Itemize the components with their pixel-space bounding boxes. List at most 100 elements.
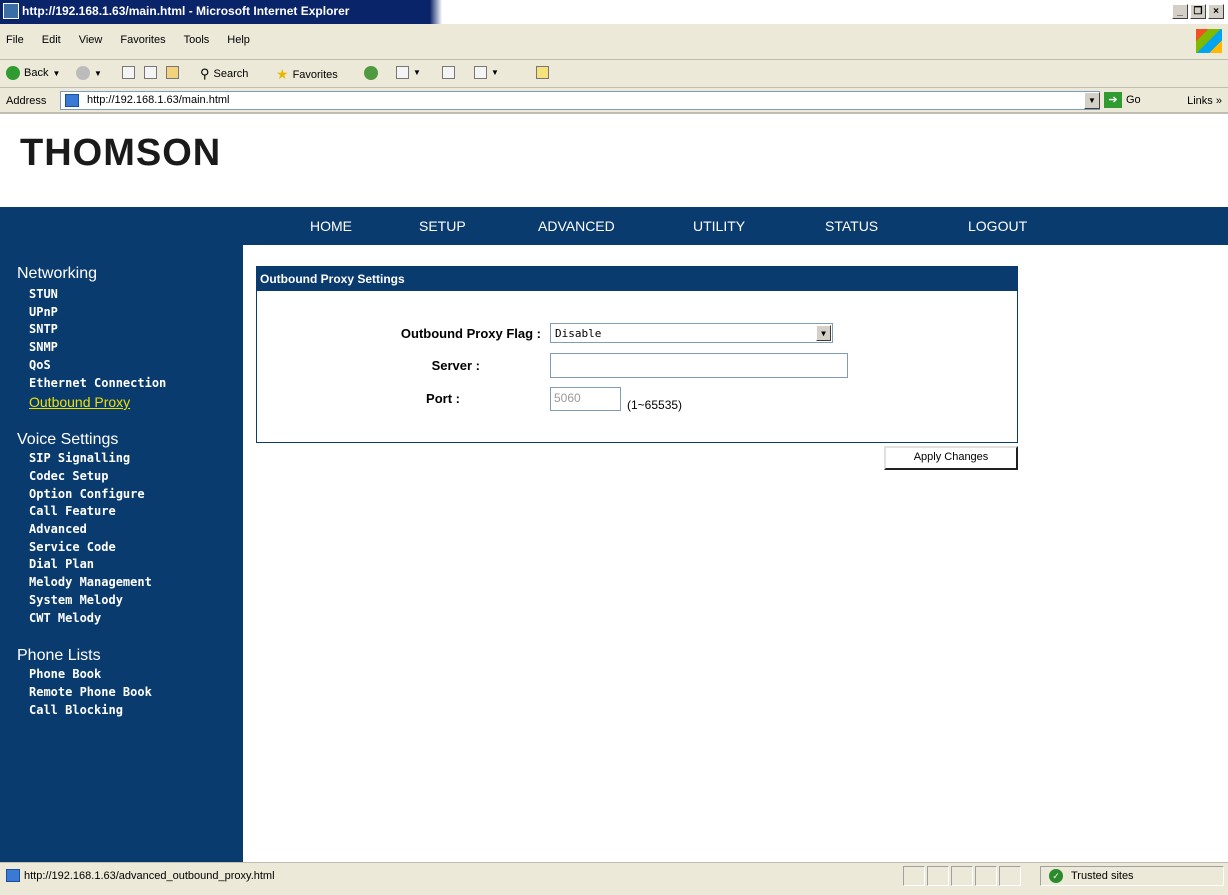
sidebar-item-advanced[interactable]: Advanced (29, 522, 87, 536)
menu-file[interactable]: File (6, 34, 24, 46)
sidebar-item-sip-signalling[interactable]: SIP Signalling (29, 451, 130, 465)
search-label: Search (213, 68, 249, 80)
home-button[interactable] (166, 66, 179, 79)
stop-icon (122, 66, 135, 79)
nav-advanced[interactable]: ADVANCED (538, 218, 615, 234)
port-input[interactable]: 5060 (550, 387, 621, 411)
sidebar-item-service-code[interactable]: Service Code (29, 540, 116, 554)
address-url: http://192.168.1.63/main.html (87, 94, 230, 106)
refresh-button[interactable] (144, 66, 157, 79)
minimize-button[interactable]: _ (1172, 4, 1188, 19)
print-button[interactable] (442, 66, 455, 79)
search-button[interactable]: ⚲ Search (200, 66, 248, 82)
sidebar-item-cwt-melody[interactable]: CWT Melody (29, 611, 101, 625)
sidebar-item-system-melody[interactable]: System Melody (29, 593, 123, 607)
sidebar-item-call-blocking[interactable]: Call Blocking (29, 703, 123, 717)
windows-logo-icon (1196, 29, 1222, 53)
nav-status[interactable]: STATUS (825, 218, 878, 234)
sidebar-item-call-feature[interactable]: Call Feature (29, 504, 116, 518)
sidebar-item-codec-setup[interactable]: Codec Setup (29, 469, 108, 483)
favorites-button[interactable]: ★ Favorites (276, 66, 338, 83)
dropdown-arrow-icon: ▼ (491, 68, 499, 77)
thomson-logo: THOMSON (20, 132, 222, 174)
port-range-hint: (1~65535) (627, 398, 683, 412)
chevron-down-icon: ▼ (816, 325, 831, 341)
favorites-label: Favorites (292, 68, 338, 81)
nav-home[interactable]: HOME (310, 218, 352, 234)
refresh-icon (144, 66, 157, 79)
star-icon: ★ (276, 66, 289, 82)
top-nav: HOME SETUP ADVANCED UTILITY STATUS LOGOU… (0, 207, 1228, 245)
security-zone: ✓ Trusted sites (1040, 866, 1224, 886)
address-bar: Address http://192.168.1.63/main.html ▼ … (0, 88, 1228, 114)
mail-button[interactable]: ▼ (396, 66, 421, 79)
outbound-proxy-flag-select[interactable]: Disable ▼ (550, 323, 833, 343)
address-label: Address (6, 95, 47, 107)
window-title: http://192.168.1.63/main.html - Microsof… (22, 4, 350, 18)
close-button[interactable]: × (1208, 4, 1224, 19)
title-bar: http://192.168.1.63/main.html - Microsof… (0, 0, 1228, 24)
sidebar-item-stun[interactable]: STUN (29, 287, 58, 301)
sidebar-item-sntp[interactable]: SNTP (29, 322, 58, 336)
panel-title: Outbound Proxy Settings (257, 267, 1017, 291)
nav-logout[interactable]: LOGOUT (968, 218, 1027, 234)
status-pane (927, 866, 949, 886)
back-arrow-icon (6, 66, 20, 80)
server-input[interactable] (550, 353, 848, 378)
sidebar-item-ethernet-connection[interactable]: Ethernet Connection (29, 376, 166, 390)
window-controls: _ ❐ × (1172, 4, 1224, 19)
nav-setup[interactable]: SETUP (419, 218, 466, 234)
links-label: Links (1187, 95, 1213, 107)
back-button[interactable]: Back ▼ (6, 66, 60, 80)
menu-edit[interactable]: Edit (42, 34, 61, 46)
sidebar-item-option-configure[interactable]: Option Configure (29, 487, 145, 501)
outbound-proxy-flag-label: Outbound Proxy Flag : (400, 326, 541, 341)
status-bar: http://192.168.1.63/advanced_outbound_pr… (0, 862, 1228, 895)
sidebar-item-snmp[interactable]: SNMP (29, 340, 58, 354)
forward-button[interactable]: ▼ (76, 66, 102, 80)
go-button[interactable]: ➔ Go (1104, 92, 1141, 108)
maximize-button[interactable]: ❐ (1190, 4, 1206, 19)
sidebar-item-dial-plan[interactable]: Dial Plan (29, 557, 94, 571)
links-button[interactable]: Links » (1187, 95, 1222, 107)
menu-bar: File Edit View Favorites Tools Help (0, 24, 1228, 60)
history-button[interactable] (364, 66, 378, 80)
checkmark-icon: ✓ (1049, 869, 1063, 883)
menu-tools[interactable]: Tools (184, 34, 210, 46)
nav-utility[interactable]: UTILITY (693, 218, 745, 234)
discuss-button[interactable] (536, 66, 549, 79)
sidebar-item-phone-book[interactable]: Phone Book (29, 667, 101, 681)
ie-page-icon (6, 869, 20, 882)
status-pane (903, 866, 925, 886)
address-input[interactable]: http://192.168.1.63/main.html (60, 91, 1100, 110)
sidebar-item-melody-management[interactable]: Melody Management (29, 575, 152, 589)
toolbar: Back ▼ ▼ ⚲ Search ★ Favorites ▼ ▼ (0, 60, 1228, 88)
sidebar-section-phone-lists: Phone Lists (17, 647, 101, 664)
sidebar-section-voice-settings: Voice Settings (17, 431, 119, 448)
go-label: Go (1126, 94, 1141, 106)
word-icon (474, 66, 487, 79)
dropdown-arrow-icon: ▼ (413, 68, 421, 77)
home-icon (166, 66, 179, 79)
back-label: Back (24, 67, 49, 79)
sidebar-item-upnp[interactable]: UPnP (29, 305, 58, 319)
edit-button[interactable]: ▼ (474, 66, 499, 79)
menu-favorites[interactable]: Favorites (120, 34, 165, 46)
print-icon (442, 66, 455, 79)
menu-help[interactable]: Help (227, 34, 250, 46)
search-icon: ⚲ (200, 66, 210, 81)
ie-page-icon (65, 94, 79, 107)
forward-arrow-icon (76, 66, 90, 80)
sidebar-item-qos[interactable]: QoS (29, 358, 51, 372)
status-pane (975, 866, 997, 886)
sidebar-item-outbound-proxy[interactable]: Outbound Proxy (29, 394, 130, 410)
sidebar-item-remote-phone-book[interactable]: Remote Phone Book (29, 685, 152, 699)
address-dropdown-button[interactable]: ▼ (1084, 92, 1100, 109)
zone-label: Trusted sites (1071, 870, 1134, 882)
stop-button[interactable] (122, 66, 135, 79)
apply-changes-button[interactable]: Apply Changes (884, 446, 1018, 470)
sidebar-section-networking: Networking (17, 265, 98, 282)
ie-page-icon (3, 3, 19, 19)
status-pane (999, 866, 1021, 886)
menu-view[interactable]: View (79, 34, 103, 46)
